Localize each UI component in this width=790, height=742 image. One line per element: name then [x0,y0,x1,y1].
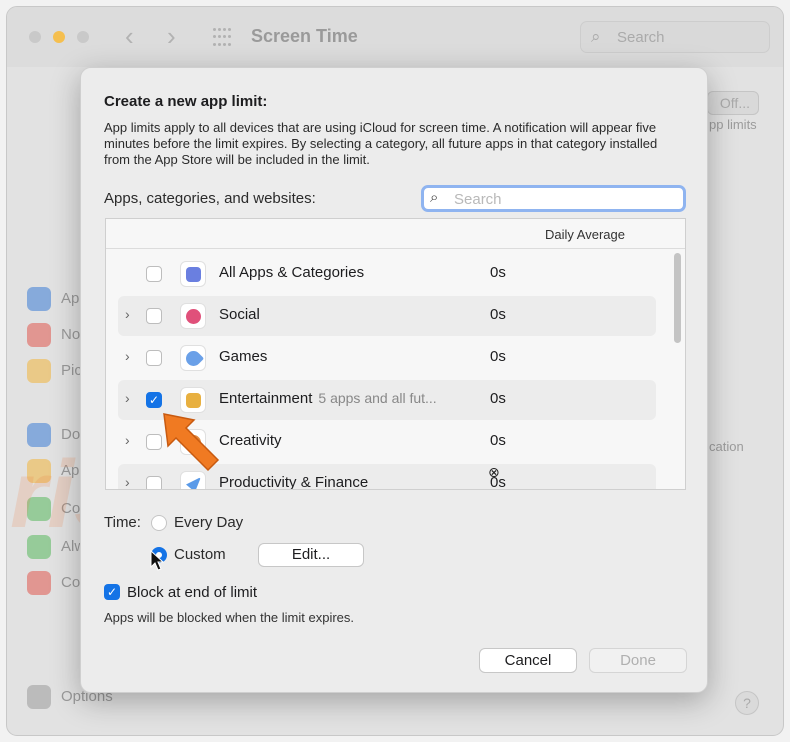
sidebar-item-label: Ap [61,290,80,307]
search-icon: ⌕ [591,27,601,46]
sidebar-item-label: No [61,326,81,343]
row-label: Creativity [219,432,282,449]
help-button[interactable]: ? [735,691,759,715]
row-checkbox[interactable]: ✓ [146,392,162,408]
row-checkbox[interactable] [146,476,162,489]
row-daily-average: 0s [490,348,506,365]
row-checkbox[interactable] [146,350,162,366]
dialog-search-input[interactable] [454,190,674,208]
row-label: Social [219,306,260,323]
app-limits-partial-label: pp limits [709,117,757,132]
window-search-placeholder: Search [617,29,665,46]
table-row[interactable]: › Games 0s [118,338,656,378]
block-note: Apps will be blocked when the limit expi… [104,610,355,625]
chat-bubble-icon [180,303,206,329]
mouse-cursor-icon [150,550,164,571]
search-icon: ⌕ [430,189,439,206]
minimize-window-button[interactable] [53,31,65,43]
ellipsis-icon [27,685,51,709]
close-window-button[interactable] [29,31,41,43]
bell-icon [27,323,51,347]
row-daily-average: 0s [490,432,506,449]
zoom-window-button[interactable] [77,31,89,43]
table-header: Daily Average [106,219,685,249]
forward-arrow-icon[interactable]: › [167,23,176,49]
chevron-right-icon[interactable]: › [125,474,130,489]
hourglass-icon [27,459,51,483]
pickups-icon [27,359,51,383]
sidebar-item-label: Do [61,426,81,443]
moon-icon [27,423,51,447]
row-sublabel: 5 apps and all fut... [318,390,437,406]
dialog-title: Create a new app limit: [104,93,268,110]
every-day-label[interactable]: Every Day [174,514,243,531]
checkmark-icon [27,535,51,559]
apps-categories-label: Apps, categories, and websites: [104,190,316,207]
daily-average-column-header[interactable]: Daily Average [545,227,625,242]
app-limits-off-button[interactable]: Off... [707,91,759,115]
cancel-button[interactable]: Cancel [479,648,577,673]
sidebar-item-label: Ap [61,462,80,479]
row-daily-average: 0s [490,264,506,281]
chevron-right-icon[interactable]: › [125,390,130,406]
row-label: All Apps & Categories [219,264,365,281]
row-checkbox[interactable] [146,266,162,282]
chevron-right-icon[interactable]: › [125,432,130,448]
chart-icon [27,287,51,311]
back-arrow-icon[interactable]: ‹ [125,23,134,49]
remove-cursor-icon: ⊗ [488,464,500,480]
custom-label[interactable]: Custom [174,546,226,563]
stack-icon [180,261,206,287]
row-daily-average: 0s [490,390,506,407]
rocket-icon [180,345,206,371]
time-label: Time: [104,514,141,531]
show-all-grid-icon[interactable] [213,28,233,48]
row-checkbox[interactable] [146,308,162,324]
table-row[interactable]: › Social 0s [118,296,656,336]
row-label: Entertainment 5 apps and all fut... [219,390,437,407]
block-at-end-label[interactable]: Block at end of limit [127,584,257,601]
edit-button[interactable]: Edit... [258,543,364,567]
chevron-right-icon[interactable]: › [125,306,130,322]
window-title: Screen Time [251,26,358,46]
sidebar-item-label: Co [61,500,81,517]
window-search-field[interactable]: ⌕ Search [580,21,770,53]
done-button[interactable]: Done [589,648,687,673]
block-at-end-checkbox[interactable]: ✓ [104,584,120,600]
person-icon [27,497,51,521]
row-daily-average: 0s [490,306,506,323]
dialog-description: App limits apply to all devices that are… [104,120,658,167]
dialog-search-field[interactable]: ⌕ [421,185,686,212]
chevron-right-icon[interactable]: › [125,348,130,364]
sidebar-item-label: Co [61,574,81,591]
sidebar-item-label: Pic [61,362,82,379]
restriction-icon [27,571,51,595]
table-row[interactable]: All Apps & Categories 0s [118,254,656,294]
row-label: Productivity & Finance [219,474,369,490]
notification-partial-label: cation [709,439,744,454]
row-label-text: Entertainment [219,390,313,407]
table-scrollbar[interactable] [674,253,681,343]
every-day-radio[interactable] [151,515,167,531]
title-bar: ‹ › Screen Time ⌕ Search [7,7,783,67]
row-label: Games [219,348,268,365]
annotation-arrow-icon [163,413,220,472]
create-app-limit-dialog: Create a new app limit: App limits apply… [80,67,708,693]
